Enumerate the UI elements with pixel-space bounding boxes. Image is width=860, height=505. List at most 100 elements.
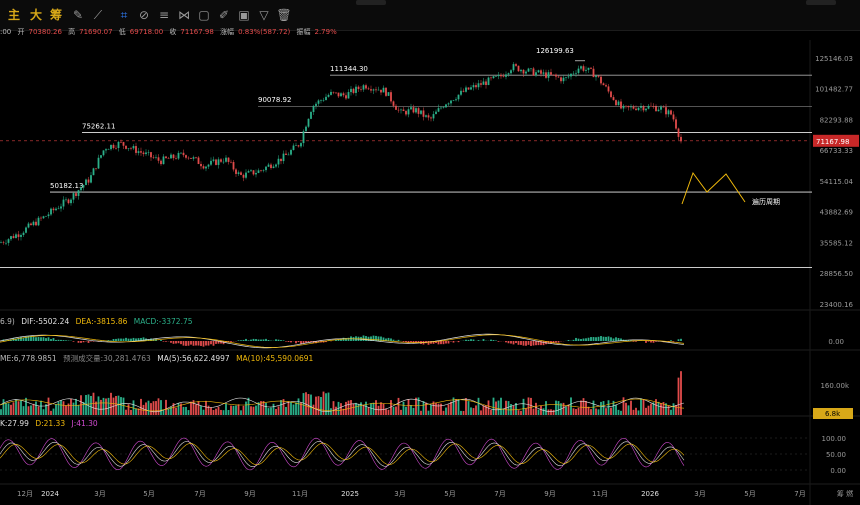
volume-bar xyxy=(510,404,512,415)
volume-bar xyxy=(602,401,605,415)
price-axis-tick: 35585.12 xyxy=(820,239,853,247)
candle-body xyxy=(72,193,75,200)
candle-body xyxy=(365,85,367,89)
macd-bar xyxy=(527,341,530,345)
candle-body xyxy=(175,158,177,159)
candle-body xyxy=(592,68,595,78)
price-axis-tick: 54115.04 xyxy=(820,178,854,186)
volume-bar xyxy=(380,402,382,415)
ohlc-high-label: 高 xyxy=(68,28,76,36)
macd-bar xyxy=(445,341,447,344)
candle-body xyxy=(165,156,167,159)
top-tab-indicator-right xyxy=(806,0,836,5)
volume-bar xyxy=(375,400,377,415)
link-icon[interactable]: ⋈ xyxy=(176,7,192,23)
kdj-j: J:41.30 xyxy=(71,419,98,428)
candle-body xyxy=(467,87,470,90)
macd-bar xyxy=(240,340,242,341)
macd-bar xyxy=(580,339,582,341)
volume-bar xyxy=(360,402,362,415)
price-chart[interactable]: 125146.03 101482.77 82293.88 66733.33 54115.… xyxy=(0,40,860,505)
candle-body xyxy=(32,221,35,226)
volume-bar xyxy=(320,396,322,415)
candle-body xyxy=(395,105,397,110)
candle-body xyxy=(237,172,240,174)
volume-bar xyxy=(367,407,370,415)
volume-bar xyxy=(387,409,390,415)
candle-body xyxy=(677,128,680,137)
macd-bar xyxy=(392,339,395,341)
candle-body xyxy=(442,107,445,108)
chips-tab[interactable]: 筹 xyxy=(50,7,62,23)
trash-icon[interactable]: 🗑 xyxy=(276,7,292,23)
macd-bar xyxy=(87,341,90,343)
volume-bar xyxy=(615,404,617,415)
candle-body xyxy=(637,107,640,111)
macd-bar xyxy=(610,337,612,341)
candle-body xyxy=(105,149,107,151)
ohlc-change: 0.83%(587.72) xyxy=(238,28,291,36)
volume-bar xyxy=(657,401,660,415)
clipboard-icon[interactable]: ▢ xyxy=(196,7,212,23)
candle-body xyxy=(10,236,12,240)
macd-bar xyxy=(615,337,617,341)
candle-body xyxy=(660,106,662,110)
indicator-icon[interactable]: ⟋ xyxy=(90,7,106,23)
candle-body xyxy=(135,146,137,153)
volume-bar xyxy=(572,408,575,415)
price-axis-tick: 82293.88 xyxy=(820,116,853,124)
macd-bar xyxy=(42,337,45,341)
macd-bar xyxy=(77,341,80,343)
macd-bar xyxy=(82,341,85,343)
candle-body xyxy=(560,77,562,82)
volume-bar xyxy=(90,395,92,415)
volume-bar xyxy=(125,409,127,415)
candle-body xyxy=(465,87,467,92)
candle-body xyxy=(182,152,185,156)
candle-body xyxy=(67,199,70,204)
candle-body xyxy=(295,145,297,146)
candle-body xyxy=(147,152,150,153)
candle-body xyxy=(635,108,637,111)
filter-icon[interactable]: ▽ xyxy=(256,7,272,23)
ruler-icon[interactable]: ⊘ xyxy=(136,7,152,23)
volume-bar xyxy=(280,400,282,415)
macd-bar xyxy=(512,341,515,345)
candle-body xyxy=(530,68,532,70)
candle-body xyxy=(7,239,10,243)
cursor-icon[interactable]: ⌗ xyxy=(116,7,132,23)
candle-body xyxy=(357,86,360,90)
candle-body xyxy=(220,159,222,162)
level-label: 111344.30 xyxy=(330,65,368,73)
edit-icon[interactable]: ✐ xyxy=(216,7,232,23)
macd-dea: DEA:-3815.86 xyxy=(75,317,128,326)
volume-bar xyxy=(407,399,410,415)
candle-body xyxy=(392,101,395,106)
ohlc-readout: :00 开 70380.26 高 71690.07 低 69718.00 收 71167… xyxy=(0,26,341,40)
volume-bar xyxy=(295,402,297,415)
candle-body xyxy=(602,83,605,86)
candle-body xyxy=(195,157,197,158)
candle-body xyxy=(302,131,305,144)
volume-bar xyxy=(87,394,90,415)
large-tab[interactable]: 大 xyxy=(30,7,42,23)
candle-body xyxy=(487,77,490,85)
macd-bar xyxy=(250,339,252,341)
candle-body xyxy=(300,143,302,147)
volume-bar xyxy=(402,401,405,415)
time-axis-label: 5月 xyxy=(444,490,455,498)
candle-body xyxy=(597,75,600,77)
macd-bar xyxy=(117,338,120,341)
candle-body xyxy=(127,148,130,149)
macd-bar xyxy=(60,339,62,341)
pencil-icon[interactable]: ✎ xyxy=(70,7,86,23)
volume-bar xyxy=(650,403,652,415)
candle-body xyxy=(70,199,72,204)
image-icon[interactable]: ▣ xyxy=(236,7,252,23)
macd-bar xyxy=(125,337,127,341)
price-axis-tick: 28856.50 xyxy=(820,270,853,278)
candle-body xyxy=(97,157,100,169)
main-chart-tab[interactable]: 主 xyxy=(8,7,20,23)
bars-icon[interactable]: ≡ xyxy=(156,7,172,23)
macd-bar xyxy=(132,337,135,341)
